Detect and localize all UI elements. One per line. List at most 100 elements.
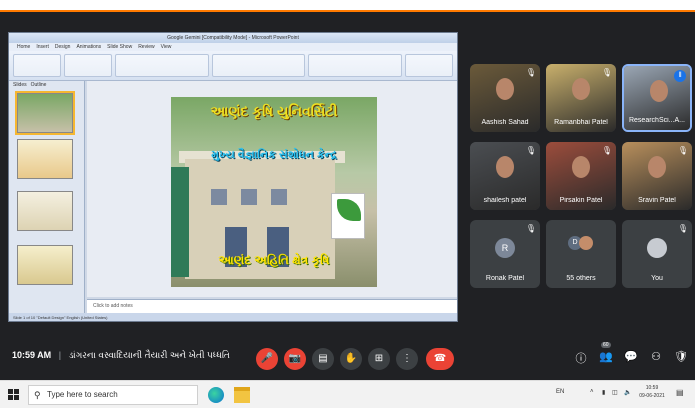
powerpoint-ribbon-tabs: Home Insert Design Animations Slide Show Revi… (9, 43, 457, 51)
slide-thumbnail-3 (17, 191, 73, 231)
camera-off-button[interactable]: 📷 (284, 348, 306, 370)
participant-tile[interactable]: 🎙 Pirsakin Patel (546, 142, 616, 210)
speaking-indicator-icon: ⦀ (674, 70, 686, 82)
participant-tile[interactable]: ⦀ ResearchSci...A... (622, 64, 692, 132)
mic-muted-icon: 🎙 (525, 224, 536, 233)
presentation-screen: Google Gemini [Compatibility Mode] - Mic… (8, 32, 458, 322)
powerpoint-title-bar: Google Gemini [Compatibility Mode] - Mic… (9, 33, 457, 43)
self-avatar (647, 238, 667, 258)
ribbon-tab[interactable]: Home (17, 43, 30, 51)
volume-icon[interactable]: 🔈 (624, 389, 631, 396)
clock-date: 09-06-2021 (639, 393, 665, 399)
people-button[interactable]: 👥 60 (599, 342, 613, 363)
ribbon-tab[interactable]: Animations (76, 43, 101, 51)
participant-avatar: R (495, 238, 515, 258)
meeting-details-icon: ⓘ (575, 353, 587, 365)
aau-logo (331, 193, 365, 239)
participant-tile[interactable]: 🎙 Aashish Sahad (470, 64, 540, 132)
language-indicator[interactable]: EN (556, 389, 564, 395)
host-controls-icon: 🛡 (674, 351, 688, 363)
participant-tile[interactable]: 🎙 You (622, 220, 692, 288)
participant-tile[interactable]: 🎙 Sravin Patel (622, 142, 692, 210)
slide-thumbnail-2 (17, 139, 73, 179)
ribbon-paragraph-group (211, 54, 306, 77)
participant-name: 55 others (566, 275, 596, 282)
slide-thumbnail-1 (15, 91, 75, 135)
mic-muted-icon: 🎙 (677, 224, 688, 233)
participant-name: You (651, 275, 663, 282)
participant-name: Pirsakin Patel (559, 197, 603, 204)
building-window (211, 189, 227, 205)
thumbnail-tab[interactable]: Slides (13, 81, 27, 89)
present-button[interactable]: ⊞ (368, 348, 390, 370)
participant-face (496, 78, 514, 100)
thumbnail-tabs: Slides Outline (9, 81, 84, 89)
file-explorer-icon[interactable] (234, 387, 250, 403)
powerpoint-ribbon (9, 51, 457, 81)
participant-count-badge: 60 (601, 342, 611, 348)
participant-name: shailesh patel (483, 197, 527, 204)
slide-footer-text: આણંદ અહિતિ ક્ષેત્ર કૃષિ (218, 253, 330, 267)
others-avatars: D (568, 236, 594, 250)
participant-face (648, 156, 666, 178)
building-window (271, 189, 287, 205)
participant-name: Ronak Patel (485, 275, 525, 282)
chat-icon: 💬 (624, 351, 638, 363)
powerpoint-body: Slides Outline આણંદ કૃષિ યુનિવર્સિટી મુખ… (9, 81, 457, 321)
ribbon-tab[interactable]: Design (55, 43, 71, 51)
slide-thumbnail-4 (17, 245, 73, 285)
thumbnail-tab[interactable]: Outline (31, 81, 47, 89)
activities-icon: ⚇ (651, 351, 661, 363)
participant-name: ResearchSci...A... (628, 117, 686, 124)
participant-tile[interactable]: 🎙 Ramanbhai Patel (546, 64, 616, 132)
ribbon-drawing-group (308, 54, 403, 77)
mic-muted-icon: 🎙 (525, 146, 536, 155)
tray-chevron-icon[interactable]: ˄ (590, 389, 594, 395)
battery-icon[interactable]: ▮ (602, 389, 605, 396)
participant-name: Sravin Patel (638, 197, 676, 204)
screen: Google Gemini [Compatibility Mode] - Mic… (0, 0, 695, 408)
network-icon[interactable]: ◫ (612, 389, 618, 396)
ribbon-tab[interactable]: Insert (36, 43, 49, 51)
ribbon-tab[interactable]: Slide Show (107, 43, 132, 51)
current-slide: આણંદ કૃષિ યુનિવર્સિટી મુખ્ય વૈજ્ઞાનિક સં… (171, 97, 377, 287)
meeting-time-and-title: 10:59 AM | ડાંગરના વસ્વાદિયાની તૈયારી અન… (12, 350, 230, 361)
notifications-icon[interactable]: ▤ (676, 388, 684, 397)
powerpoint-status-bar: Slide 1 of 10 "Default Design" English (… (9, 313, 457, 321)
participant-tile[interactable]: 🎙 shailesh patel (470, 142, 540, 210)
participant-name: Aashish Sahad (481, 119, 529, 126)
ribbon-tab[interactable]: View (161, 43, 172, 51)
clock-time: 10:59 (645, 385, 659, 391)
activities-button[interactable]: ⚇ (649, 350, 663, 363)
ribbon-clipboard-group (13, 54, 61, 77)
meeting-details-button[interactable]: ⓘ (574, 350, 588, 366)
mic-muted-icon: 🎙 (677, 146, 688, 155)
more-options-button[interactable]: ⋮ (396, 348, 418, 370)
search-placeholder: Type here to search (47, 390, 118, 399)
windows-start-icon[interactable] (8, 389, 20, 401)
edge-browser-icon[interactable] (208, 387, 224, 403)
taskbar-search-box[interactable]: ⚲ Type here to search (28, 385, 198, 405)
mic-off-button[interactable]: 🎤 (256, 348, 278, 370)
raise-hand-button[interactable]: ✋ (340, 348, 362, 370)
participant-face (572, 156, 590, 178)
chat-button[interactable]: 💬 (624, 350, 638, 363)
participant-avatar (579, 236, 593, 250)
captions-button[interactable]: ▤ (312, 348, 334, 370)
participant-face (496, 156, 514, 178)
meeting-time: 10:59 AM (12, 350, 52, 360)
taskbar-clock[interactable]: 10:59 09-06-2021 (638, 384, 666, 400)
leaf-icon (337, 199, 361, 221)
ribbon-font-group (114, 54, 209, 77)
participant-tile[interactable]: R 🎙 Ronak Patel (470, 220, 540, 288)
building-window (241, 189, 257, 205)
ribbon-tab[interactable]: Review (138, 43, 154, 51)
ribbon-slides-group (63, 54, 112, 77)
end-call-button[interactable]: ☎ (426, 348, 454, 370)
slide-title: આણંદ કૃષિ યુનિવર્સિટી (210, 103, 338, 119)
participant-tile[interactable]: D 55 others (546, 220, 616, 288)
separator: | (58, 350, 62, 360)
meeting-toolbar: 10:59 AM | ડાંગરના વસ્વાદિયાની તૈયારી અન… (0, 338, 695, 374)
browser-top-strip (0, 0, 695, 12)
host-controls-button[interactable]: 🛡 (674, 350, 688, 363)
